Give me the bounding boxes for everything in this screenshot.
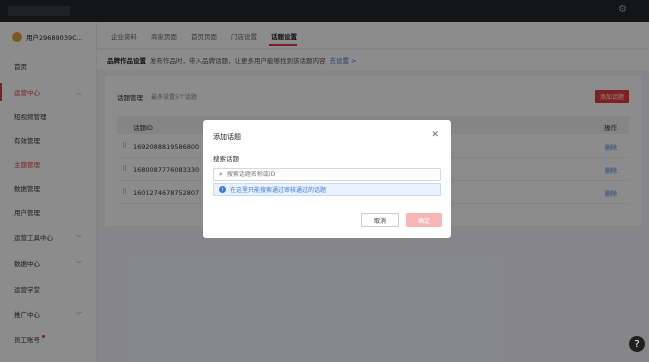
search-box: ⌕ bbox=[213, 168, 441, 181]
dialog-title: 添加话题 bbox=[213, 133, 241, 141]
add-topic-dialog: 添加话题 ✕ 搜索话题 ⌕ i 在这里只能搜索通过审核通过的话题 取消 确定 bbox=[203, 120, 451, 238]
hint-text: 在这里只能搜索通过审核通过的话题 bbox=[230, 187, 327, 194]
help-icon[interactable]: ? bbox=[629, 336, 645, 352]
search-topic-label: 搜索话题 bbox=[213, 155, 239, 163]
info-icon: i bbox=[219, 186, 226, 193]
search-icon: ⌕ bbox=[219, 170, 223, 178]
confirm-button[interactable]: 确定 bbox=[406, 213, 442, 227]
info-hint: i 在这里只能搜索通过审核通过的话题 bbox=[213, 183, 441, 196]
close-icon[interactable]: ✕ bbox=[431, 130, 439, 140]
search-input[interactable] bbox=[226, 171, 417, 178]
cancel-button[interactable]: 取消 bbox=[361, 213, 399, 227]
